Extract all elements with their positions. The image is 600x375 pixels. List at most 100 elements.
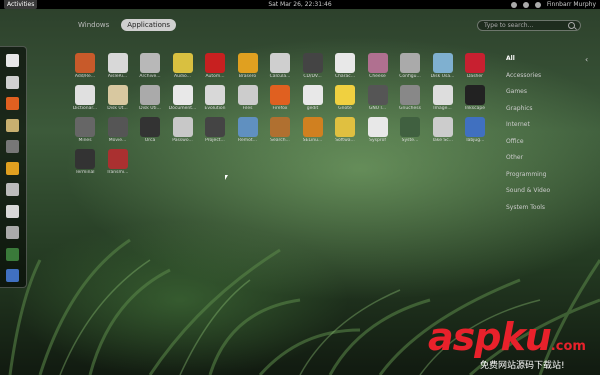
app-label: Configu... [399,74,421,79]
app-launcher[interactable]: Firefox [265,85,295,111]
app-launcher[interactable]: Add/Re... [70,53,100,79]
app-label: Disk Usa... [430,74,455,79]
app-launcher[interactable]: Orca [135,117,165,143]
network-icon[interactable] [534,1,541,8]
app-launcher[interactable]: Autom... [200,53,230,79]
files-icon[interactable] [6,118,19,132]
app-launcher[interactable]: AisleRi... [103,53,133,79]
app-label: Disk Uti... [139,106,161,111]
app-label: Inkscape [465,106,485,111]
app-label: Image... [433,106,452,111]
app-label: Add/Re... [74,74,96,79]
app-launcher[interactable]: Gnuchess [395,85,425,111]
view-selector: Windows Applications [72,19,177,31]
app-launcher[interactable]: GNU I... [363,85,393,111]
category-item[interactable]: System Tools [506,204,545,211]
app-label: Softwa... [335,138,355,143]
app-launcher[interactable]: Cheese [363,53,393,79]
calendar-icon[interactable] [6,183,19,196]
category-item[interactable]: Sound & Video [506,187,550,194]
app-launcher[interactable]: Charac... [330,53,360,79]
app-icon [335,53,355,73]
search-tool-icon[interactable] [6,226,19,239]
monitor-icon[interactable] [6,247,19,261]
volume-icon[interactable] [522,1,529,8]
category-item[interactable]: Internet [506,121,530,128]
app-launcher[interactable]: Document... [168,85,198,111]
app-launcher[interactable]: Take Sc... [428,117,458,143]
tab-applications[interactable]: Applications [121,19,177,31]
app-launcher[interactable]: Disk Ut... [103,85,133,111]
app-launcher[interactable]: Transmi... [103,149,133,175]
app-icon [335,117,355,137]
app-launcher[interactable]: Gnote [330,85,360,111]
app-label: gedit [306,106,319,111]
app-launcher[interactable]: Configu... [395,53,425,79]
app-icon [465,117,485,137]
app-launcher[interactable]: Terminal [70,149,100,175]
chevron-left-icon[interactable]: ‹ [585,55,588,64]
app-launcher[interactable]: Mines [70,117,100,143]
app-launcher[interactable]: Calcula... [265,53,295,79]
app-launcher[interactable]: Dictionar... [70,85,100,111]
app-launcher[interactable]: Audio... [168,53,198,79]
app-label: Calcula... [269,74,291,79]
app-launcher[interactable]: Brasero [233,53,263,79]
app-launcher[interactable]: Syste... [395,117,425,143]
app-launcher[interactable]: Sysprof [363,117,393,143]
user-menu[interactable]: Finnbarr Murphy [547,0,596,9]
app-icon [432,53,453,73]
notes-icon[interactable] [6,54,19,67]
evolution-icon[interactable] [6,204,19,218]
app-launcher[interactable]: Files [233,85,263,111]
tab-windows[interactable]: Windows [72,19,115,31]
app-label: Files [242,106,253,111]
settings-icon[interactable] [6,140,19,153]
search-icon [568,22,575,29]
app-launcher[interactable]: Passwo... [168,117,198,143]
app-launcher[interactable]: Dasher [460,53,490,79]
app-icon [205,117,225,137]
category-item[interactable]: Programming [506,171,546,178]
software-icon[interactable] [6,269,19,282]
app-icon [400,117,420,137]
search-placeholder: Type to search... [484,22,534,29]
app-label: Gnuchess [399,106,421,111]
app-launcher[interactable]: gedit [298,85,328,111]
app-launcher[interactable]: Image... [428,85,458,111]
bluetooth-icon[interactable] [510,1,517,8]
clock-icon[interactable] [6,161,19,175]
app-label: GNU I... [368,106,387,111]
app-icon [302,117,323,137]
app-launcher[interactable]: Inkscape [460,85,490,111]
app-label: Syste... [401,138,419,143]
category-item[interactable]: Accessories [506,72,541,79]
app-icon [270,117,290,137]
category-item[interactable]: Other [506,154,523,161]
app-launcher[interactable]: Search... [265,117,295,143]
app-label: Document... [168,106,197,111]
category-item[interactable]: Games [506,88,527,95]
app-launcher[interactable]: Remot... [233,117,263,143]
app-label: Evolution [204,106,226,111]
app-launcher[interactable]: Tabjug... [460,117,490,143]
app-icon [367,117,388,137]
firefox-icon[interactable] [6,97,19,110]
app-icon [400,85,420,105]
app-icon [172,85,193,105]
category-item[interactable]: Office [506,138,524,145]
category-item[interactable]: Graphics [506,105,533,112]
app-launcher[interactable]: Disk Usa... [428,53,458,79]
search-input[interactable]: Type to search... [477,20,581,31]
terminal-icon[interactable] [6,75,19,89]
app-launcher[interactable]: Evolution [200,85,230,111]
watermark-logo: aspku.com 免费网站源码下载站! [428,318,598,373]
app-launcher[interactable]: CD/DV... [298,53,328,79]
app-launcher[interactable]: Softwa... [330,117,360,143]
category-item[interactable]: All [506,55,515,62]
app-launcher[interactable]: SELinu... [298,117,328,143]
app-launcher[interactable]: Project... [200,117,230,143]
app-launcher[interactable]: Movie... [103,117,133,143]
app-launcher[interactable]: Disk Uti... [135,85,165,111]
app-launcher[interactable]: Archive... [135,53,165,79]
